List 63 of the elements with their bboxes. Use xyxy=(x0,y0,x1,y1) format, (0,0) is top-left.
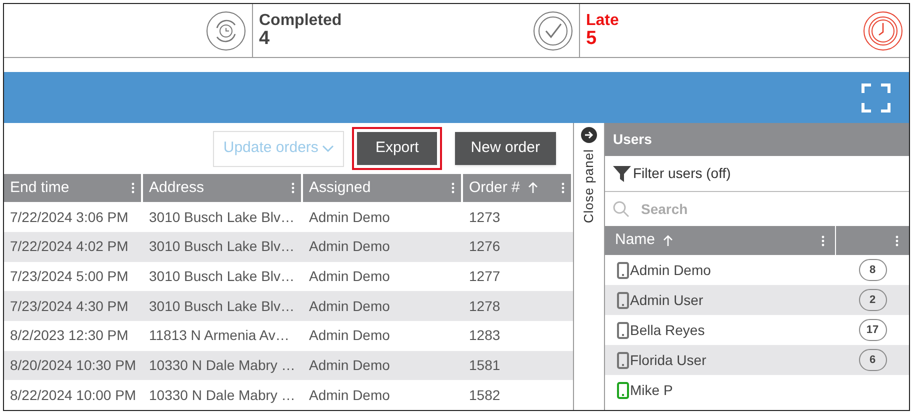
table-cell-text: 1273 xyxy=(469,208,500,227)
table-cell-text: Admin Demo xyxy=(309,208,390,227)
column-menu-icon[interactable] xyxy=(561,182,565,194)
user-name[interactable]: Admin User xyxy=(630,290,704,310)
stat-value: 4 xyxy=(259,29,270,48)
count-badge: 6 xyxy=(858,349,886,371)
sort-up-icon xyxy=(663,234,674,246)
table-cell-text: 1277 xyxy=(469,266,500,286)
toolbar-button[interactable]: New order xyxy=(454,132,556,166)
table-cell-text: 1283 xyxy=(469,326,500,346)
table-cell-text: 10330 N Dale Mabry … xyxy=(149,356,296,375)
table-cell-text: 8/22/2024 10:00 PM xyxy=(10,386,136,405)
table-cell-text: 7/23/2024 4:30 PM xyxy=(10,296,128,316)
column-menu-icon[interactable] xyxy=(821,234,825,246)
toolbar-button[interactable]: Export xyxy=(352,127,442,170)
column-menu-icon[interactable] xyxy=(131,182,135,194)
table-cell-text: 8/20/2024 10:30 PM xyxy=(10,356,136,375)
clock-icon xyxy=(863,10,903,50)
table-cell-text: 3010 Busch Lake Blv… xyxy=(149,296,295,316)
sort-up-icon xyxy=(528,182,538,194)
column-menu-icon[interactable] xyxy=(451,182,455,194)
table-cell-text: Admin Demo xyxy=(309,326,390,346)
search-field[interactable]: Search xyxy=(641,198,901,220)
filter-icon[interactable] xyxy=(613,166,631,182)
table-cell-text: 1278 xyxy=(469,296,500,316)
table-cell-text: Admin Demo xyxy=(309,237,390,256)
search-icon xyxy=(613,201,629,217)
filter-toggle[interactable]: Filter users (off) xyxy=(633,163,731,184)
column-menu-icon[interactable] xyxy=(895,234,899,246)
stat-label: Late xyxy=(586,13,619,29)
table-cell-text: Admin Demo xyxy=(309,266,390,286)
panel-title: Users xyxy=(613,130,652,149)
table-cell-text: 10330 N Dale Mabry … xyxy=(149,386,296,405)
column-menu-icon[interactable] xyxy=(291,182,295,194)
arrow-right-circle-icon[interactable] xyxy=(581,127,597,143)
user-name[interactable]: Admin Demo xyxy=(630,260,711,280)
user-name[interactable]: Bella Reyes xyxy=(630,320,705,340)
table-cell-text: Admin Demo xyxy=(309,356,390,375)
table-cell-text: 7/22/2024 4:02 PM xyxy=(10,237,128,256)
count-badge: 8 xyxy=(858,259,886,281)
count-badge: 2 xyxy=(858,289,886,311)
close-panel-button[interactable]: Close panel xyxy=(579,149,599,224)
table-cell-text: 1276 xyxy=(469,237,500,256)
table-cell-text: 3010 Busch Lake Blv… xyxy=(149,237,295,256)
check-circle-icon xyxy=(533,10,573,50)
fullscreen-icon[interactable] xyxy=(861,82,891,112)
refresh-clock-icon xyxy=(206,10,246,50)
user-name[interactable]: Florida User xyxy=(630,350,706,370)
count-badge: 17 xyxy=(858,319,886,341)
table-cell-text: 3010 Busch Lake Blv… xyxy=(149,208,295,227)
table-cell-text: Admin Demo xyxy=(309,296,390,316)
table-cell-text: 1582 xyxy=(469,386,500,405)
table-cell-text: 7/22/2024 3:06 PM xyxy=(10,208,128,227)
table-cell-text: 8/2/2023 12:30 PM xyxy=(10,326,128,346)
table-cell-text: Admin Demo xyxy=(309,386,390,405)
user-name[interactable]: Mike P xyxy=(630,380,673,400)
stat-value: 5 xyxy=(586,29,598,48)
stat-label: Completed xyxy=(259,13,342,29)
table-cell-text: 3010 Busch Lake Blv… xyxy=(149,266,295,286)
chevron-down-icon xyxy=(322,144,334,153)
table-cell-text: 7/23/2024 5:00 PM xyxy=(10,266,128,286)
table-cell-text: 1581 xyxy=(469,356,500,375)
table-cell-text: 11813 N Armenia Av… xyxy=(149,326,290,346)
